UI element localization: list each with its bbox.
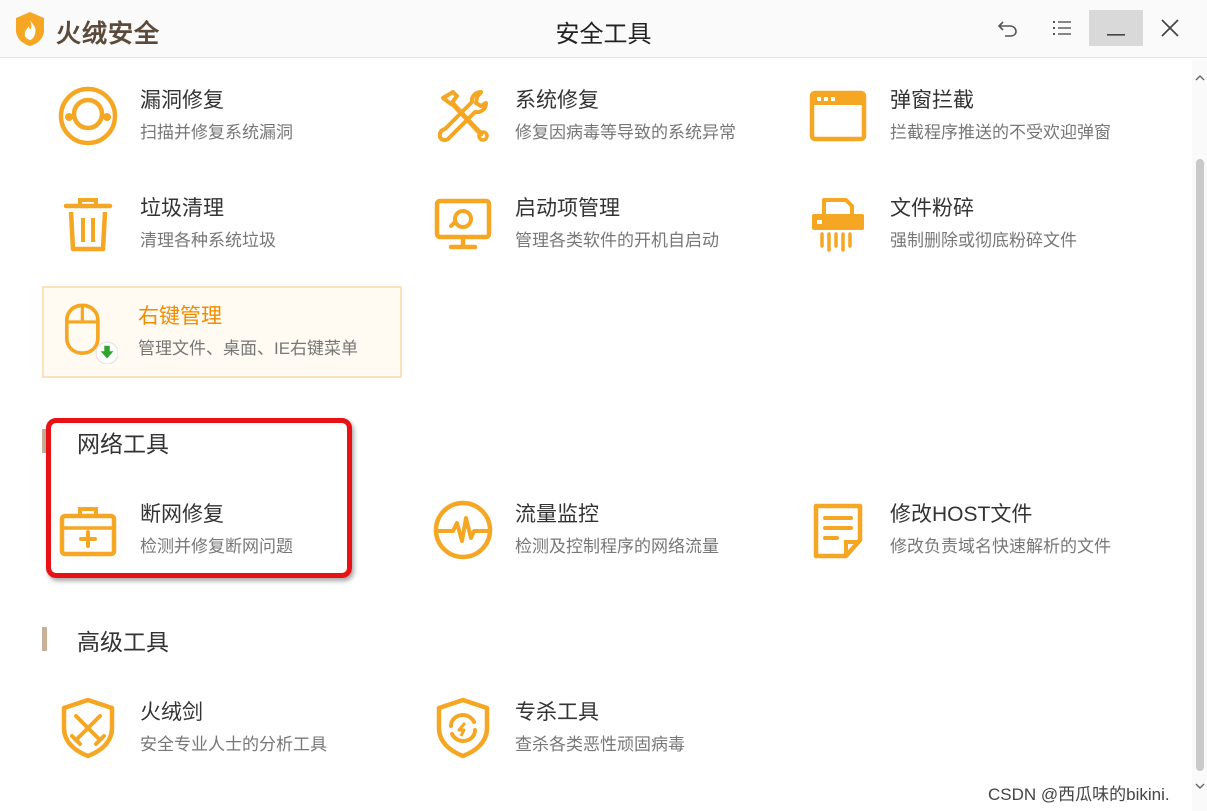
- tool-desc: 检测及控制程序的网络流量: [515, 537, 719, 556]
- tool-name: 专杀工具: [515, 701, 599, 724]
- tool-killer[interactable]: 专杀工具 查杀各类恶性顽固病毒: [419, 682, 779, 774]
- monitor-icon: [434, 198, 492, 250]
- mouse-icon: [64, 303, 118, 364]
- tool-desc: 修复因病毒等导致的系统异常: [515, 123, 736, 142]
- tool-file-shred[interactable]: 文件粉碎 强制删除或彻底粉碎文件: [794, 178, 1154, 270]
- tool-name: 弹窗拦截: [890, 89, 974, 112]
- tool-desc: 安全专业人士的分析工具: [140, 735, 327, 754]
- scrollbar-thumb[interactable]: [1196, 159, 1204, 771]
- menu-button[interactable]: [1035, 10, 1089, 46]
- trash-icon: [63, 198, 113, 252]
- tool-name: 右键管理: [138, 305, 222, 328]
- annotation-highlight-box: [46, 418, 352, 578]
- wrench-icon: [437, 90, 489, 143]
- tool-desc: 修改负责域名快速解析的文件: [890, 537, 1111, 556]
- vertical-scrollbar[interactable]: [1192, 59, 1207, 811]
- tool-desc: 清理各种系统垃圾: [140, 231, 276, 250]
- csdn-watermark: CSDN @西瓜味的bikini.: [988, 785, 1170, 804]
- scroll-down-button[interactable]: [1192, 781, 1207, 797]
- tool-desc: 强制删除或彻底粉碎文件: [890, 231, 1077, 250]
- minimize-icon: [1107, 34, 1125, 36]
- section-marker: [42, 627, 47, 651]
- tool-sword[interactable]: 火绒剑 安全专业人士的分析工具: [44, 682, 404, 774]
- tool-desc: 查杀各类恶性顽固病毒: [515, 735, 685, 754]
- tool-trash-clean[interactable]: 垃圾清理 清理各种系统垃圾: [44, 178, 404, 270]
- tool-name: 系统修复: [515, 89, 599, 112]
- window-icon: [809, 90, 867, 142]
- undo-icon: [997, 21, 1017, 37]
- tool-startup-mgr[interactable]: 启动项管理 管理各类软件的开机自启动: [419, 178, 779, 270]
- note-icon: [813, 503, 863, 559]
- pulse-icon: [433, 500, 493, 560]
- tool-vuln-fix[interactable]: 漏洞修复 扫描并修复系统漏洞: [44, 70, 404, 162]
- tool-host-edit[interactable]: 修改HOST文件 修改负责域名快速解析的文件: [794, 484, 1154, 576]
- close-icon: [1161, 19, 1179, 37]
- tool-popup-block[interactable]: 弹窗拦截 拦截程序推送的不受欢迎弹窗: [794, 70, 1154, 162]
- tool-desc: 拦截程序推送的不受欢迎弹窗: [890, 123, 1111, 142]
- chevron-up-icon: [1195, 75, 1204, 81]
- chevron-down-icon: [1195, 783, 1204, 789]
- tool-name: 流量监控: [515, 503, 599, 526]
- swords-shield-icon: [61, 697, 115, 759]
- tool-name: 修改HOST文件: [890, 503, 1033, 526]
- tool-name: 漏洞修复: [140, 89, 224, 112]
- scroll-up-button[interactable]: [1192, 73, 1207, 89]
- minimize-button[interactable]: [1089, 10, 1143, 46]
- window-title: 安全工具: [555, 21, 652, 48]
- refresh-shield-icon: [436, 697, 490, 759]
- tool-name: 垃圾清理: [140, 197, 224, 220]
- tool-name: 文件粉碎: [890, 197, 974, 220]
- tool-traffic-mon[interactable]: 流量监控 检测及控制程序的网络流量: [419, 484, 779, 576]
- tool-desc: 管理各类软件的开机自启动: [515, 231, 719, 250]
- huorong-logo-icon: [16, 12, 44, 46]
- tool-name: 启动项管理: [515, 197, 620, 220]
- brand-name: 火绒安全: [56, 20, 161, 48]
- tool-name: 火绒剑: [140, 701, 203, 724]
- undo-button[interactable]: [981, 10, 1035, 46]
- menu-icon: [1053, 21, 1071, 35]
- section-title: 高级工具: [77, 629, 169, 655]
- close-button[interactable]: [1143, 10, 1197, 46]
- tool-sys-fix[interactable]: 系统修复 修复因病毒等导致的系统异常: [419, 70, 779, 162]
- title-bar: 火绒安全 安全工具: [0, 0, 1207, 58]
- headset-icon: [58, 86, 118, 146]
- tool-rclick-mgr[interactable]: 右键管理 管理文件、桌面、IE右键菜单: [42, 286, 402, 378]
- shredder-icon: [812, 198, 864, 252]
- tool-desc: 扫描并修复系统漏洞: [140, 123, 293, 142]
- tool-desc: 管理文件、桌面、IE右键菜单: [138, 339, 359, 358]
